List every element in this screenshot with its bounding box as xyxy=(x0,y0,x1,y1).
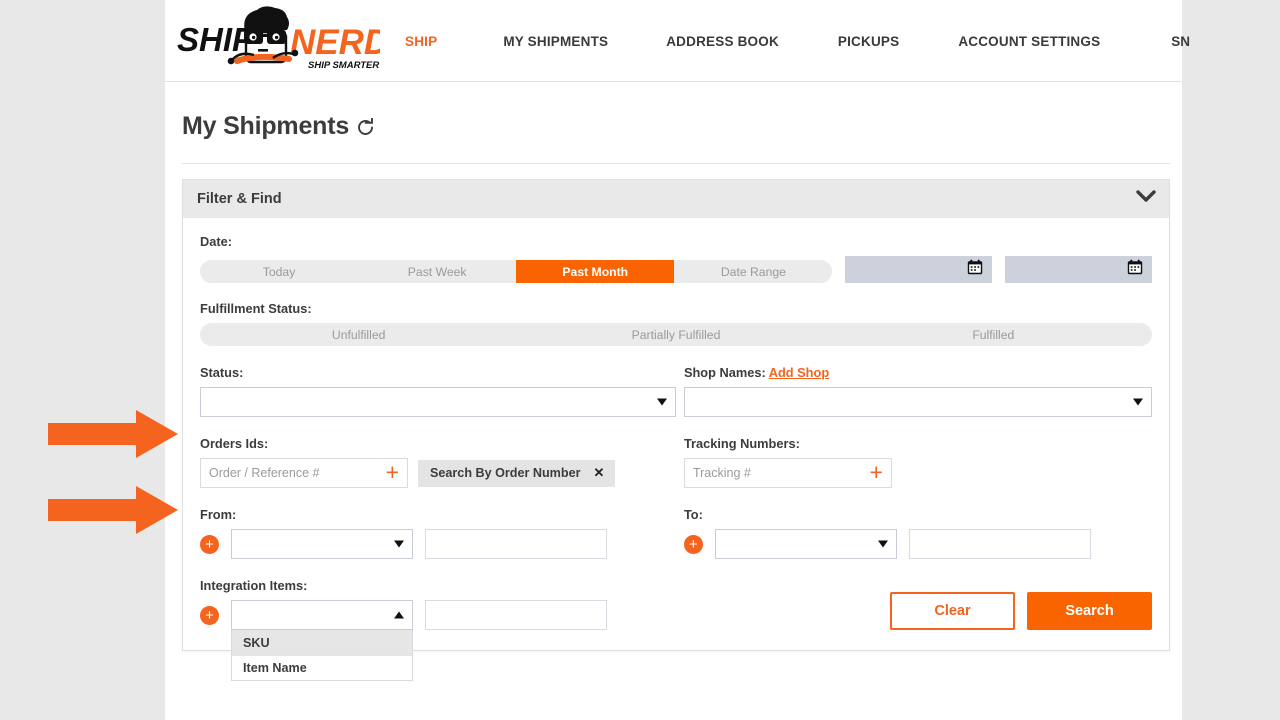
dropdown-option-item-name[interactable]: Item Name xyxy=(232,655,412,680)
integration-items-row: Integration Items: + SKU Item Name xyxy=(200,578,1152,630)
tracking-numbers-placeholder: Tracking # xyxy=(693,466,864,480)
plus-circle-icon[interactable]: + xyxy=(684,535,703,554)
action-buttons-col: Clear Search xyxy=(684,578,1152,630)
plus-circle-icon[interactable]: + xyxy=(200,535,219,554)
plus-circle-icon[interactable]: + xyxy=(200,606,219,625)
clear-button[interactable]: Clear xyxy=(890,592,1015,630)
refresh-icon[interactable] xyxy=(356,118,375,137)
status-field: Status: xyxy=(200,365,676,417)
top-navigation: SHIP NERD SHIP SMARTER xyxy=(165,0,1182,82)
nav-item-account-settings[interactable]: ACCOUNT SETTINGS xyxy=(958,34,1100,49)
to-controls: + xyxy=(684,529,1152,559)
date-option-today[interactable]: Today xyxy=(200,260,358,283)
date-label: Date: xyxy=(200,234,1152,249)
svg-text:SHIP SMARTER: SHIP SMARTER xyxy=(308,60,379,71)
filter-card-body: Date: Today Past Week Past Month Date Ra… xyxy=(183,218,1169,650)
plus-icon[interactable]: + xyxy=(870,461,883,484)
orders-ids-field: Orders Ids: Order / Reference # + Search… xyxy=(200,436,676,488)
filter-and-find-card: Filter & Find Date: Today Past Week Past… xyxy=(182,179,1170,651)
date-option-date-range[interactable]: Date Range xyxy=(674,260,832,283)
tracking-numbers-controls: Tracking # + xyxy=(684,458,1152,488)
page-title-row: My Shipments xyxy=(182,82,1170,164)
order-search-chip-label: Search By Order Number xyxy=(430,466,580,480)
dropdown-option-sku[interactable]: SKU xyxy=(232,630,412,655)
fulfillment-status-row: Fulfillment Status: Unfulfilled Partiall… xyxy=(200,301,1152,346)
status-select[interactable] xyxy=(200,387,676,417)
to-select[interactable] xyxy=(715,529,897,559)
orders-ids-input[interactable]: Order / Reference # + xyxy=(200,458,408,488)
shop-names-field: Shop Names:Add Shop xyxy=(684,365,1152,417)
shop-names-label-text: Shop Names: xyxy=(684,365,766,380)
date-start-input[interactable] xyxy=(845,256,992,283)
from-field: From: + xyxy=(200,507,676,559)
page-title: My Shipments xyxy=(182,112,349,141)
from-controls: + xyxy=(200,529,676,559)
fulfillment-option-fulfilled[interactable]: Fulfilled xyxy=(835,323,1152,346)
to-text-input[interactable] xyxy=(909,529,1091,559)
fulfillment-status-toggle-group: Unfulfilled Partially Fulfilled Fulfille… xyxy=(200,323,1152,346)
ids-tracking-row: Orders Ids: Order / Reference # + Search… xyxy=(200,436,1152,488)
page-content: My Shipments Filter & Find D xyxy=(165,82,1182,651)
from-to-row: From: + To: xyxy=(200,507,1152,559)
date-option-past-week[interactable]: Past Week xyxy=(358,260,516,283)
arrow-from xyxy=(48,486,178,534)
search-button[interactable]: Search xyxy=(1027,592,1152,630)
to-field: To: + xyxy=(684,507,1152,559)
status-label: Status: xyxy=(200,365,676,380)
nav-item-pickups[interactable]: PICKUPS xyxy=(838,34,899,49)
from-label: From: xyxy=(200,507,676,522)
to-select-wrap xyxy=(715,529,897,559)
user-initials-avatar[interactable]: SN xyxy=(1171,34,1190,49)
date-option-past-month[interactable]: Past Month xyxy=(516,260,674,283)
date-range-toggle-group: Today Past Week Past Month Date Range xyxy=(200,260,832,283)
calendar-icon xyxy=(1127,259,1143,280)
shop-names-select[interactable] xyxy=(684,387,1152,417)
fulfillment-option-unfulfilled[interactable]: Unfulfilled xyxy=(200,323,517,346)
nav-item-ship[interactable]: SHIP xyxy=(405,34,437,49)
order-search-chip: Search By Order Number ✕ xyxy=(418,460,615,487)
to-label: To: xyxy=(684,507,1152,522)
fulfillment-option-partially-fulfilled[interactable]: Partially Fulfilled xyxy=(517,323,834,346)
shipnerd-logo[interactable]: SHIP NERD SHIP SMARTER xyxy=(175,4,380,76)
calendar-icon xyxy=(967,259,983,280)
close-icon[interactable]: ✕ xyxy=(593,465,604,481)
svg-text:NERD: NERD xyxy=(290,23,380,62)
shop-names-select-wrap xyxy=(684,387,1152,417)
add-shop-link[interactable]: Add Shop xyxy=(769,365,829,380)
orders-ids-label: Orders Ids: xyxy=(200,436,676,451)
integration-items-select-wrap: SKU Item Name xyxy=(231,600,413,630)
filter-card-title: Filter & Find xyxy=(197,191,282,207)
integration-items-field: Integration Items: + SKU Item Name xyxy=(200,578,676,630)
filter-card-header[interactable]: Filter & Find xyxy=(183,180,1169,218)
arrow-orders-ids xyxy=(48,410,178,458)
app-page: SHIP NERD SHIP SMARTER xyxy=(165,0,1182,720)
nav-item-address-book[interactable]: ADDRESS BOOK xyxy=(666,34,779,49)
tracking-numbers-field: Tracking Numbers: Tracking # + xyxy=(684,436,1152,488)
plus-icon[interactable]: + xyxy=(386,461,399,484)
filter-actions: Clear Search xyxy=(684,592,1152,630)
integration-items-select[interactable] xyxy=(231,600,413,630)
status-select-wrap xyxy=(200,387,676,417)
fulfillment-status-label: Fulfillment Status: xyxy=(200,301,1152,316)
orders-ids-controls: Order / Reference # + Search By Order Nu… xyxy=(200,458,676,488)
shop-names-label: Shop Names:Add Shop xyxy=(684,365,1152,380)
integration-items-dropdown: SKU Item Name xyxy=(231,630,413,681)
status-shop-row: Status: Shop Names:Add Shop xyxy=(200,365,1152,417)
integration-items-label: Integration Items: xyxy=(200,578,676,593)
from-text-input[interactable] xyxy=(425,529,607,559)
tracking-numbers-label: Tracking Numbers: xyxy=(684,436,1152,451)
chevron-down-icon[interactable] xyxy=(1136,190,1156,208)
from-select[interactable] xyxy=(231,529,413,559)
svg-text:SHIP: SHIP xyxy=(177,21,255,58)
integration-items-text-input[interactable] xyxy=(425,600,607,630)
date-row: Today Past Week Past Month Date Range xyxy=(200,256,1152,283)
date-end-input[interactable] xyxy=(1005,256,1152,283)
integration-items-controls: + SKU Item Name xyxy=(200,600,676,630)
nav-item-my-shipments[interactable]: MY SHIPMENTS xyxy=(503,34,608,49)
orders-ids-placeholder: Order / Reference # xyxy=(209,466,380,480)
nav-links: SHIP MY SHIPMENTS ADDRESS BOOK PICKUPS A… xyxy=(405,0,1190,82)
from-select-wrap xyxy=(231,529,413,559)
tracking-numbers-input[interactable]: Tracking # + xyxy=(684,458,892,488)
